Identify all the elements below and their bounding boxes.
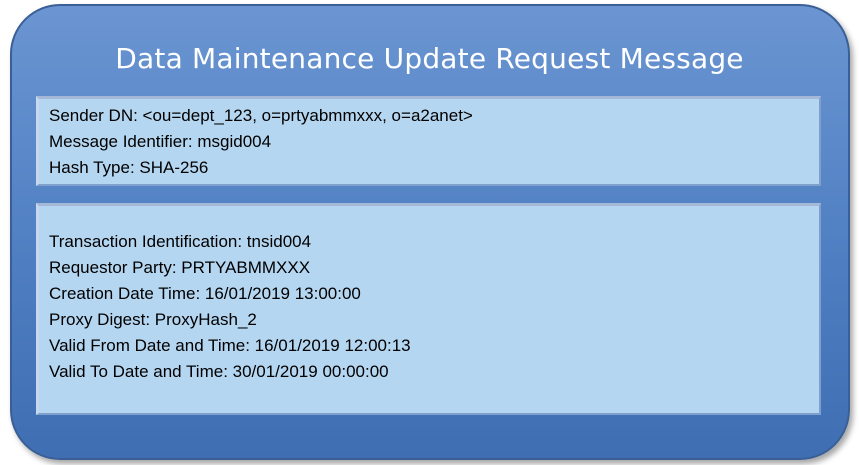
message-title: Data Maintenance Update Request Message bbox=[115, 42, 744, 75]
proxy-digest: Proxy Digest: ProxyHash_2 bbox=[49, 310, 257, 329]
valid-from-date-time: Valid From Date and Time: 16/01/2019 12:… bbox=[49, 336, 411, 355]
transaction-identification: Transaction Identification: tnsid004 bbox=[49, 232, 312, 251]
header-panel: Sender DN: <ou=dept_123, o=prtyabmmxxx, … bbox=[36, 96, 821, 186]
requestor-party: Requestor Party: PRTYABMMXXX bbox=[49, 258, 311, 277]
valid-to-date-time: Valid To Date and Time: 30/01/2019 00:00… bbox=[49, 362, 389, 381]
body-panel: Transaction Identification: tnsid004 Req… bbox=[36, 203, 821, 415]
hash-type: Hash Type: SHA-256 bbox=[49, 158, 209, 177]
message-identifier: Message Identifier: msgid004 bbox=[49, 132, 272, 151]
creation-date-time: Creation Date Time: 16/01/2019 13:00:00 bbox=[49, 284, 361, 303]
sender-dn: Sender DN: <ou=dept_123, o=prtyabmmxxx, … bbox=[49, 106, 473, 125]
